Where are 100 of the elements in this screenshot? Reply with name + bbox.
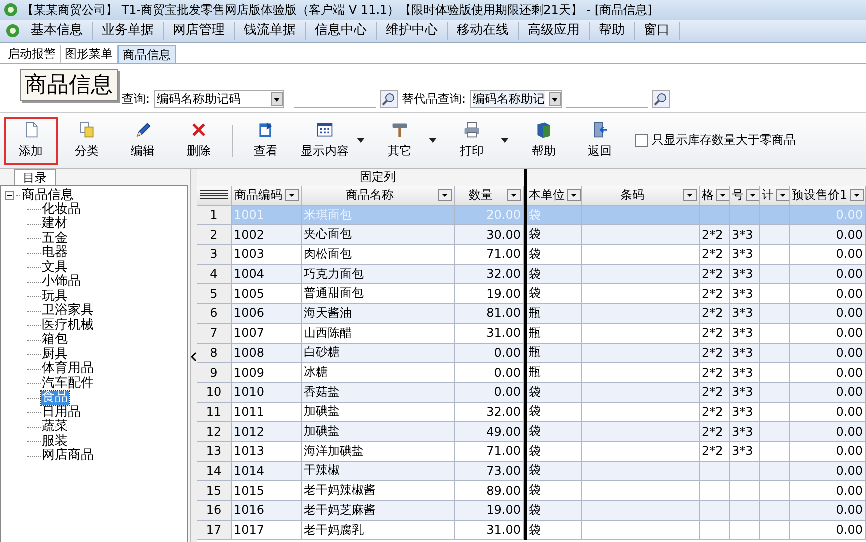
filter-dropdown-icon[interactable] — [285, 189, 299, 202]
tree-item[interactable]: 电器 — [41, 246, 69, 260]
menu-item[interactable]: 基本信息 — [22, 22, 93, 40]
filter-dropdown-icon[interactable] — [850, 189, 864, 202]
search-icon[interactable] — [380, 90, 398, 108]
row-number: 14 — [197, 462, 232, 482]
toolbar-button[interactable]: 打印 — [445, 116, 499, 164]
toolbar-button[interactable]: 帮助 — [517, 116, 571, 164]
row-number: 2 — [197, 225, 232, 246]
tree-item[interactable]: 厨具 — [41, 348, 69, 362]
toolbar-button[interactable]: 显示内容 — [295, 116, 355, 164]
tree-item[interactable]: 日用品 — [41, 406, 82, 420]
table-cell: 袋 — [527, 382, 582, 403]
menu-item[interactable]: 窗口 — [635, 22, 680, 40]
caret-icon[interactable] — [357, 138, 365, 144]
search-icon[interactable] — [652, 90, 670, 108]
toolbar-button[interactable]: 返回 — [573, 116, 627, 164]
table-row[interactable]: 6 1006 海天酱油 81.00 瓶 2*2 3*3 0.00 — [197, 304, 866, 324]
tree-item[interactable]: 化妆品 — [41, 202, 82, 217]
table-cell: 1006 — [232, 304, 302, 324]
toolbar-button[interactable]: 添加 — [4, 116, 58, 164]
collapse-icon[interactable] — [5, 190, 14, 200]
tree-item[interactable]: 玩具 — [41, 290, 69, 304]
table-cell: 老干妈腐乳 — [302, 520, 455, 540]
column-header[interactable]: 号 — [730, 186, 760, 206]
tree-item[interactable]: 服装 — [41, 434, 69, 449]
column-header[interactable]: 计 — [760, 186, 790, 206]
alt-query-label: 替代品查询: — [402, 91, 466, 108]
grid-menu-icon[interactable] — [200, 190, 228, 200]
caret-icon[interactable] — [501, 138, 509, 144]
menu-item[interactable]: 钱流单据 — [235, 22, 306, 40]
table-cell — [700, 206, 730, 226]
filter-dropdown-icon[interactable] — [746, 189, 759, 202]
table-cell: 81.00 — [455, 304, 524, 324]
row-number: 4 — [197, 264, 232, 284]
table-row[interactable]: 12 1012 加碘盐 49.00 袋 2*2 3*3 0.00 — [197, 422, 866, 442]
table-cell: 3*3 — [730, 264, 760, 284]
copy-icon — [78, 121, 96, 139]
toolbar-button[interactable]: 分类 — [60, 116, 114, 164]
table-row[interactable]: 8 1008 白砂糖 0.00 瓶 2*2 3*3 0.00 — [197, 344, 866, 364]
query-mode-dropdown[interactable]: 编码名称助记码 — [154, 90, 284, 108]
table-row[interactable]: 16 1016 老干妈芝麻酱 19.00 袋 0.00 — [197, 501, 866, 521]
table-row[interactable]: 1 1001 米琪面包 20.00 袋 0.00 — [197, 206, 866, 226]
tree-item[interactable]: 五金 — [41, 232, 69, 246]
toolbar-button[interactable]: 其它 — [373, 116, 427, 164]
table-row[interactable]: 14 1014 干辣椒 73.00 袋 0.00 — [197, 462, 866, 482]
table-row[interactable]: 4 1004 巧克力面包 32.00 袋 2*2 3*3 0.00 — [197, 264, 866, 284]
filter-dropdown-icon[interactable] — [567, 189, 581, 202]
menu-item[interactable]: 信息中心 — [306, 22, 377, 40]
toolbar-button[interactable]: 查看 — [239, 116, 293, 164]
table-cell: 瓶 — [527, 344, 582, 364]
alt-query-mode-dropdown[interactable]: 编码名称助记 — [470, 90, 562, 108]
column-header[interactable]: 数量 — [455, 186, 524, 206]
tree-item[interactable]: 体育用品 — [41, 362, 95, 376]
door-icon — [591, 121, 609, 139]
caret-icon[interactable] — [429, 138, 437, 144]
checkbox[interactable] — [635, 134, 648, 147]
table-cell — [700, 520, 730, 540]
menu-item[interactable]: 业务单据 — [93, 22, 164, 40]
menu-item[interactable]: 网店管理 — [164, 22, 235, 40]
column-header[interactable]: 格 — [700, 186, 730, 206]
column-header[interactable]: 商品编码 — [232, 186, 302, 206]
tree-item[interactable]: 医疗机械 — [41, 318, 95, 333]
filter-dropdown-icon[interactable] — [438, 189, 452, 202]
tab[interactable]: 目录 — [14, 169, 56, 185]
table-cell: 夹心面包 — [302, 225, 455, 246]
menu-item[interactable]: 高级应用 — [519, 22, 590, 40]
table-cell: 0.00 — [790, 344, 866, 364]
toolbar-button[interactable]: 删除 — [172, 116, 226, 164]
column-header[interactable]: 条码 — [582, 186, 700, 206]
dropdown-arrow-icon[interactable] — [549, 92, 562, 106]
menu-item[interactable]: 维护中心 — [377, 22, 448, 40]
tree-item[interactable]: 文具 — [41, 260, 69, 275]
tree-item[interactable]: 蔬菜 — [41, 420, 69, 434]
table-cell: 2*2 — [700, 225, 730, 246]
tab[interactable]: 商品信息 — [118, 45, 176, 63]
table-row[interactable]: 17 1017 老干妈腐乳 31.00 袋 0.00 — [197, 520, 866, 540]
row-number: 5 — [197, 284, 232, 304]
table-cell: 1002 — [232, 225, 302, 246]
filter-dropdown-icon[interactable] — [716, 189, 729, 202]
tree-item[interactable]: 箱包 — [41, 333, 69, 348]
table-cell: 加碘盐 — [302, 422, 455, 442]
column-header[interactable]: 商品名称 — [302, 186, 455, 206]
tree-item[interactable]: 小饰品 — [41, 275, 82, 290]
menu-item[interactable]: 帮助 — [590, 22, 635, 40]
table-row[interactable]: 2 1002 夹心面包 30.00 袋 2*2 3*3 0.00 — [197, 225, 866, 246]
filter-dropdown-icon[interactable] — [683, 189, 697, 202]
filter-dropdown-icon[interactable] — [776, 189, 789, 202]
menu-item[interactable]: 移动在线 — [448, 22, 519, 40]
tree-item[interactable]: 卫浴家具 — [41, 304, 95, 318]
filter-dropdown-icon[interactable] — [507, 189, 521, 202]
tree-item[interactable]: 汽车配件 — [41, 376, 95, 391]
toolbar-button[interactable]: 编辑 — [116, 116, 170, 164]
table-cell: 2*2 — [700, 344, 730, 364]
column-header[interactable]: 本单位 — [527, 186, 582, 206]
table-row[interactable]: 10 1010 香菇盐 0.00 袋 2*2 3*3 0.00 — [197, 382, 866, 403]
column-header[interactable]: 预设售价1 — [790, 186, 866, 206]
tree-item[interactable]: 建材 — [41, 217, 69, 232]
table-cell — [730, 520, 760, 540]
tree-item[interactable]: 网店商品 — [41, 449, 95, 464]
